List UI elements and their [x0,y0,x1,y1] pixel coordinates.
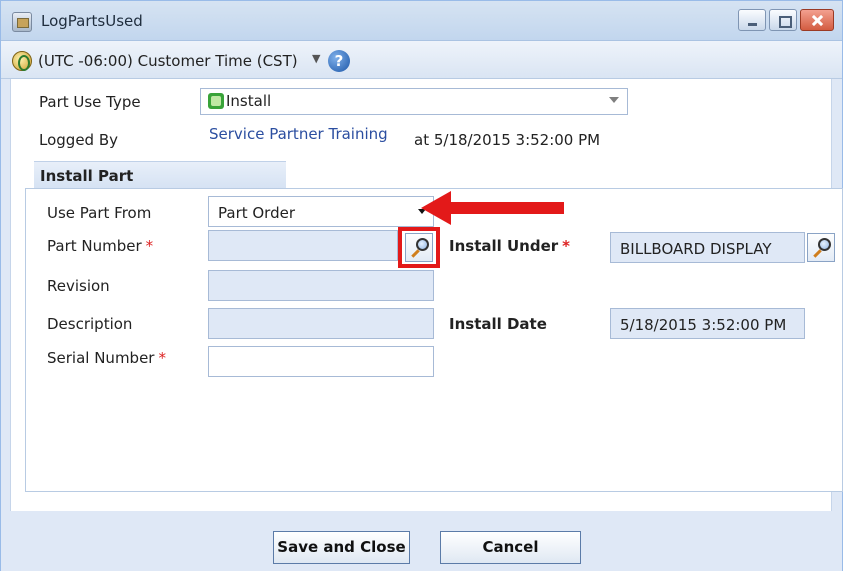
footer [1,511,842,571]
description-field[interactable] [208,308,434,339]
minimize-icon[interactable] [738,9,766,31]
required-marker: * [562,237,571,255]
install-date-label: Install Date [449,315,547,333]
part-use-type-label: Part Use Type [39,93,141,111]
logged-at-text: at 5/18/2015 3:52:00 PM [414,131,601,149]
close-icon[interactable] [800,9,834,31]
chevron-down-icon[interactable] [609,97,619,103]
install-under-label: Install Under * [449,237,570,255]
use-part-from-label: Use Part From [47,204,152,222]
required-marker: * [158,349,166,367]
window-title: LogPartsUsed [41,12,143,30]
install-date-field[interactable]: 5/18/2015 3:52:00 PM [610,308,805,339]
maximize-icon[interactable] [769,9,797,31]
part-use-type-value: Install [226,92,272,110]
install-under-value: BILLBOARD DISPLAY [620,240,772,258]
part-number-label-text: Part Number [47,237,142,255]
install-under-label-text: Install Under [449,237,559,255]
install-under-field[interactable]: BILLBOARD DISPLAY [610,232,805,263]
cancel-button[interactable]: Cancel [440,531,581,564]
serial-number-label: Serial Number * [47,349,166,367]
install-under-search-button[interactable] [807,233,835,262]
required-marker: * [145,237,154,255]
globe-icon [12,51,32,71]
magnifier-handle [813,249,822,258]
app-icon [12,12,32,32]
description-label: Description [47,315,133,333]
serial-number-label-text: Serial Number [47,349,155,367]
serial-number-field[interactable] [208,346,434,377]
window-controls [738,9,834,31]
arrow-annotation-line [447,202,564,214]
save-and-close-button[interactable]: Save and Close [273,531,410,564]
install-part-tab[interactable]: Install Part [34,161,286,189]
part-number-label: Part Number * [47,237,153,255]
chevron-down-icon[interactable]: ▼ [312,52,320,65]
puzzle-icon [208,93,224,109]
highlight-annotation [398,227,440,268]
part-use-type-select[interactable]: Install [200,88,628,115]
use-part-from-select[interactable]: Part Order [208,196,434,227]
timezone-selector[interactable]: (UTC -06:00) Customer Time (CST) [38,52,298,70]
use-part-from-value: Part Order [218,204,296,222]
logged-by-label: Logged By [39,131,118,149]
help-icon[interactable]: ? [328,50,350,72]
part-number-field[interactable] [208,230,398,261]
log-parts-used-window: LogPartsUsed (UTC -06:00) Customer Time … [0,0,843,571]
revision-label: Revision [47,277,110,295]
install-date-value: 5/18/2015 3:52:00 PM [620,316,787,334]
logged-by-user-link[interactable]: Service Partner Training [209,125,388,143]
install-part-section-title: Install Part [40,167,134,185]
revision-field[interactable] [208,270,434,301]
timezone-bar: (UTC -06:00) Customer Time (CST) ▼ ? [1,41,842,79]
title-bar: LogPartsUsed [1,1,842,41]
